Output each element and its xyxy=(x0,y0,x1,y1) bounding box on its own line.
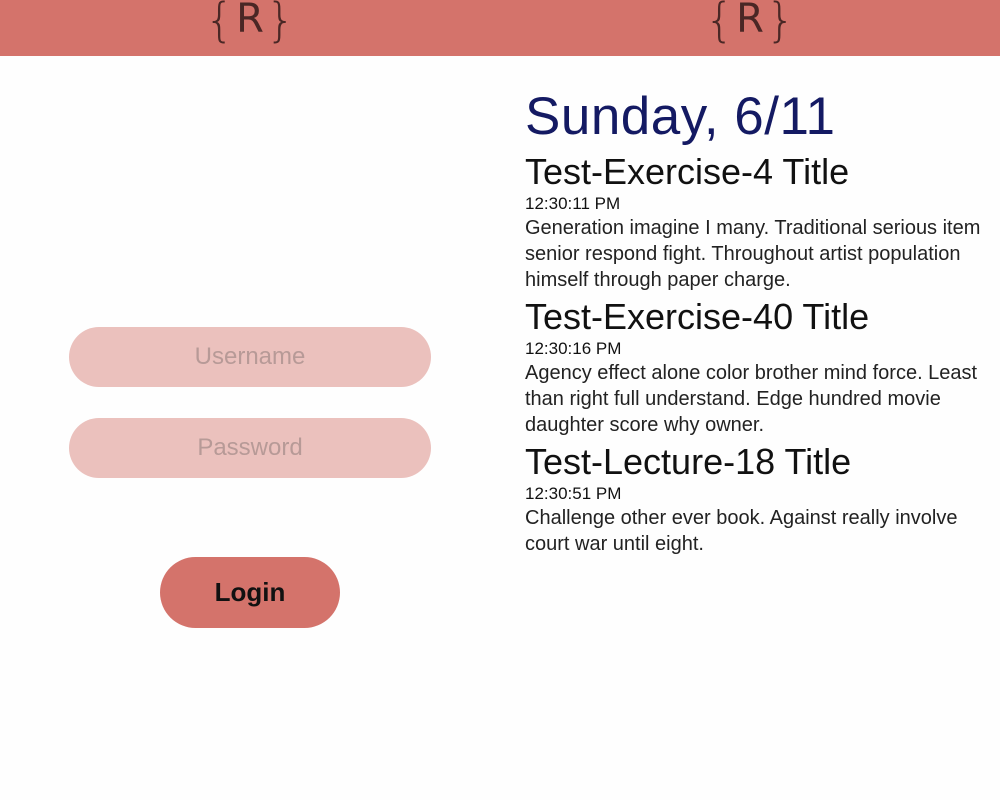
username-input[interactable] xyxy=(69,327,431,387)
entry-body: Challenge other ever book. Against reall… xyxy=(525,507,958,555)
app-logo: { R } xyxy=(205,0,295,46)
feed-entry[interactable]: Test-Exercise-40 Title 12:30:16 PM Agenc… xyxy=(525,297,995,438)
logo-right-brace: } xyxy=(765,0,796,47)
logo-left-brace: { xyxy=(204,0,235,47)
login-button[interactable]: Login xyxy=(160,557,340,628)
header-bar: { R } xyxy=(500,0,1000,56)
entry-time: 12:30:11 PM xyxy=(525,194,621,213)
password-input[interactable] xyxy=(69,418,431,478)
logo-letter: R xyxy=(236,0,264,42)
entry-body: Agency effect alone color brother mind f… xyxy=(525,362,978,436)
entry-time: 12:30:16 PM xyxy=(525,339,622,358)
feed-list: Sunday, 6/11 Test-Exercise-4 Title 12:30… xyxy=(525,86,995,557)
header-bar: { R } xyxy=(0,0,500,56)
feed-entry[interactable]: Test-Lecture-18 Title 12:30:51 PM Challe… xyxy=(525,442,995,557)
entry-time: 12:30:51 PM xyxy=(525,484,622,503)
feed-screen: { R } Sunday, 6/11 Test-Exercise-4 Title… xyxy=(500,0,1000,800)
entry-title: Test-Exercise-40 Title xyxy=(525,296,870,337)
entry-title: Test-Exercise-4 Title xyxy=(525,151,850,192)
login-screen: { R } Login xyxy=(0,0,500,800)
entry-body: Generation imagine I many. Traditional s… xyxy=(525,217,981,291)
logo-left-brace: { xyxy=(704,0,735,47)
logo-right-brace: } xyxy=(265,0,296,47)
feed-entry[interactable]: Test-Exercise-4 Title 12:30:11 PM Genera… xyxy=(525,152,995,293)
entry-title: Test-Lecture-18 Title xyxy=(525,441,852,482)
logo-letter: R xyxy=(736,0,764,42)
date-heading: Sunday, 6/11 xyxy=(525,87,836,146)
app-logo: { R } xyxy=(705,0,795,46)
